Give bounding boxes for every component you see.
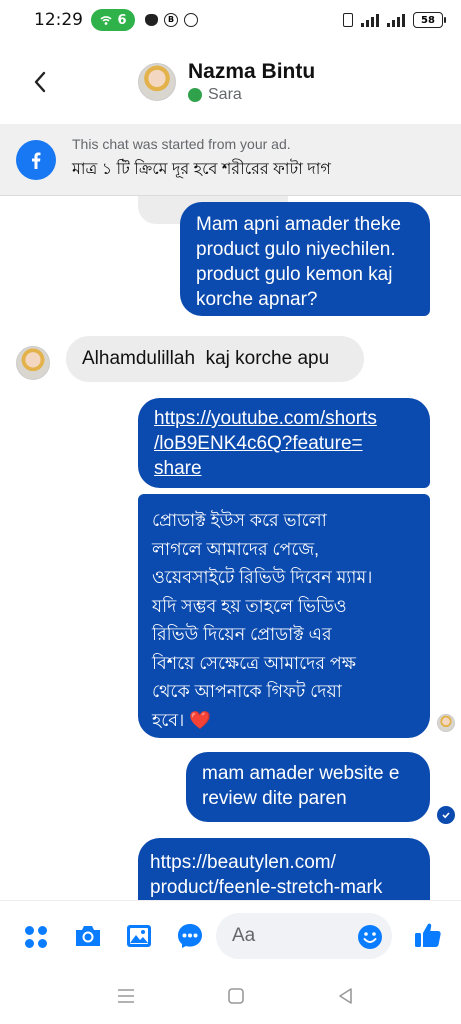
sender-avatar[interactable] [16, 346, 50, 380]
nav-menu-icon[interactable] [116, 986, 136, 1006]
back-button[interactable] [22, 64, 58, 100]
b-notification-icon: B [164, 13, 178, 27]
ad-banner[interactable]: This chat was started from your ad. মাত্… [0, 124, 461, 196]
thumbs-up-icon[interactable] [412, 919, 444, 951]
vibrate-icon [343, 13, 353, 27]
outgoing-message[interactable]: প্রোডাক্ট ইউস করে ভালো লাগলে আমাদের পেজে… [138, 494, 430, 738]
hotspot-icon [100, 16, 113, 25]
contact-subtitle: Sara [208, 86, 242, 103]
nav-back-icon[interactable] [336, 986, 356, 1006]
battery-indicator: 58 [413, 12, 446, 28]
chevron-left-icon [34, 71, 46, 93]
image-icon[interactable] [124, 922, 154, 950]
nav-home-icon[interactable] [226, 986, 246, 1006]
menu-grid-icon[interactable] [22, 923, 50, 951]
outgoing-link-message[interactable]: https://youtube.com/shorts /loB9ENK4c6Q?… [138, 398, 430, 488]
signal-icon [361, 13, 379, 27]
contact-name: Nazma Bintu [188, 60, 316, 83]
system-nav-bar [0, 970, 461, 1024]
incoming-message[interactable]: Alhamdulillah kaj korche apu [66, 336, 364, 382]
hotspot-indicator: 6 [91, 9, 135, 31]
facebook-icon [16, 139, 56, 180]
chat-notification-icon [145, 14, 158, 26]
sent-check-icon [437, 806, 455, 824]
composer-bar: Aa [0, 900, 461, 970]
chat-bubble-icon[interactable] [176, 922, 204, 950]
status-time: 12:29 [34, 10, 83, 30]
chat-header: Nazma Bintu Sara [0, 40, 461, 124]
status-bar: 12:29 6 B 58 [0, 0, 461, 40]
outgoing-message[interactable]: Mam apni amader theke product gulo niyec… [180, 202, 430, 316]
contact-avatar[interactable] [138, 63, 176, 101]
contact-info[interactable]: Nazma Bintu Sara [188, 60, 315, 104]
hotspot-count: 6 [117, 12, 127, 28]
outgoing-message[interactable]: mam amader website e review dite paren [186, 752, 430, 822]
read-receipt-avatar [437, 714, 455, 732]
message-list[interactable]: Mam apni amader theke product gulo niyec… [0, 196, 461, 900]
signal-2-icon [387, 13, 405, 27]
youtube-link[interactable]: https://youtube.com/shorts [154, 406, 414, 431]
no-disturb-icon [184, 13, 198, 27]
online-status-dot [188, 88, 202, 102]
emoji-icon[interactable] [356, 923, 384, 951]
ad-title: মাত্র ১ টি ক্রিমে দূর হবে শরীরের ফাটা দা… [72, 161, 331, 178]
camera-icon[interactable] [72, 922, 104, 950]
outgoing-link-message[interactable]: https://beautylen.com/ product/feenle-st… [138, 838, 430, 900]
ad-note: This chat was started from your ad. [72, 136, 291, 152]
